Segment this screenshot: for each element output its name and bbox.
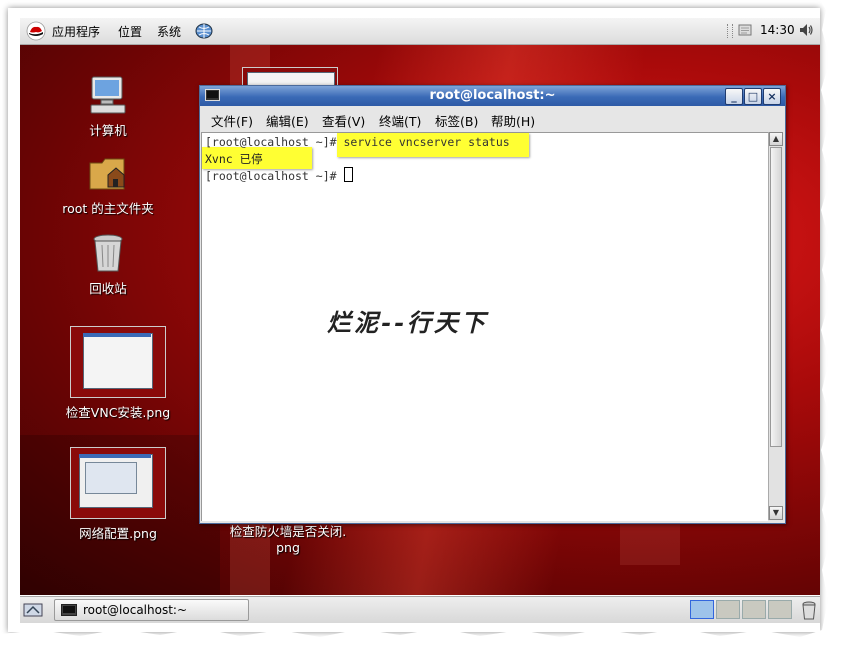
- clock[interactable]: 14:30: [760, 23, 795, 37]
- terminal-area[interactable]: [root@localhost ~]# service vncserver st…: [201, 132, 768, 521]
- terminal-line: [root@localhost ~]#: [205, 167, 353, 183]
- menu-help[interactable]: 帮助(H): [491, 111, 535, 130]
- desktop-icon-label: 网络配置.png: [79, 526, 157, 541]
- maximize-button[interactable]: □: [744, 88, 762, 105]
- workspace-2[interactable]: [716, 600, 740, 619]
- menu-applications[interactable]: 应用程序: [52, 23, 100, 40]
- scroll-down-icon[interactable]: ▼: [769, 506, 783, 520]
- command: service vncserver status: [343, 135, 510, 149]
- desktop-icon-network-png[interactable]: 网络配置.png: [53, 447, 183, 542]
- computer-icon: [90, 76, 126, 114]
- prompt: [root@localhost ~]#: [205, 169, 337, 183]
- menu-edit[interactable]: 编辑(E): [266, 111, 309, 130]
- panel-separator: [727, 24, 733, 38]
- terminal-menubar: 文件(F) 编辑(E) 查看(V) 终端(T) 标签(B) 帮助(H): [200, 107, 785, 131]
- terminal-titlebar[interactable]: root@localhost:~ _ □ ×: [200, 86, 785, 106]
- menu-tabs[interactable]: 标签(B): [435, 111, 478, 130]
- scrollbar-thumb[interactable]: [770, 147, 782, 447]
- redhat-logo-icon[interactable]: [26, 21, 46, 41]
- terminal-line: Xvnc 已停: [205, 151, 263, 167]
- close-button[interactable]: ×: [763, 88, 781, 105]
- desktop-icon-label: png: [276, 540, 300, 555]
- window-title: root@localhost:~: [429, 88, 556, 103]
- image-thumbnail: [70, 447, 166, 519]
- show-desktop-icon[interactable]: [22, 600, 44, 620]
- workspace-4[interactable]: [768, 600, 792, 619]
- home-folder-icon: [89, 158, 125, 190]
- desktop-icon-label: 回收站: [89, 281, 127, 296]
- menu-file[interactable]: 文件(F): [211, 111, 253, 130]
- image-thumbnail: [70, 326, 166, 398]
- minimize-button[interactable]: _: [725, 88, 743, 105]
- volume-icon[interactable]: [798, 22, 814, 38]
- desktop-icon-label: 计算机: [89, 123, 127, 138]
- scrollbar[interactable]: ▲ ▼: [768, 132, 783, 520]
- menu-terminal[interactable]: 终端(T): [379, 111, 421, 130]
- desktop-icon-label: root 的主文件夹: [62, 201, 154, 216]
- desktop-icon-home[interactable]: root 的主文件夹: [43, 151, 173, 217]
- terminal-window[interactable]: root@localhost:~ _ □ × 文件(F) 编辑(E) 查看(V)…: [199, 85, 786, 524]
- text-cursor: [343, 167, 353, 182]
- network-icon[interactable]: [194, 22, 214, 40]
- prompt: [root@localhost ~]#: [205, 135, 337, 149]
- bottom-panel: root@localhost:~: [20, 596, 820, 623]
- workspace-1[interactable]: [690, 600, 714, 619]
- menu-places[interactable]: 位置: [118, 23, 142, 40]
- trash-icon[interactable]: [801, 600, 817, 620]
- terminal-icon[interactable]: [205, 89, 220, 101]
- menu-view[interactable]: 查看(V): [322, 111, 365, 130]
- notes-icon[interactable]: [738, 24, 752, 36]
- desktop-icon-vnc-png[interactable]: 检查VNC安装.png: [53, 326, 183, 421]
- terminal-icon: [61, 604, 77, 616]
- desktop-icon-label: 检查VNC安装.png: [65, 405, 171, 420]
- taskbar-label: root@localhost:~: [83, 603, 188, 617]
- output: Xvnc 已停: [205, 152, 263, 166]
- top-panel: 应用程序 位置 系统 14:30: [20, 18, 820, 45]
- watermark-text: 烂泥--行天下: [327, 308, 488, 337]
- desktop-icon-trash[interactable]: 回收站: [43, 231, 173, 297]
- terminal-line: [root@localhost ~]# service vncserver st…: [205, 135, 510, 149]
- menu-system[interactable]: 系统: [157, 23, 181, 40]
- panel-tray: 14:30: [724, 21, 818, 41]
- desktop-icon-firewall-label[interactable]: 检查防火墙是否关闭. png: [223, 521, 353, 555]
- desktop-icon-computer[interactable]: 计算机: [43, 73, 173, 139]
- taskbar-button-terminal[interactable]: root@localhost:~: [54, 599, 249, 621]
- trash-icon: [93, 234, 123, 272]
- workspace-3[interactable]: [742, 600, 766, 619]
- scroll-up-icon[interactable]: ▲: [769, 132, 783, 146]
